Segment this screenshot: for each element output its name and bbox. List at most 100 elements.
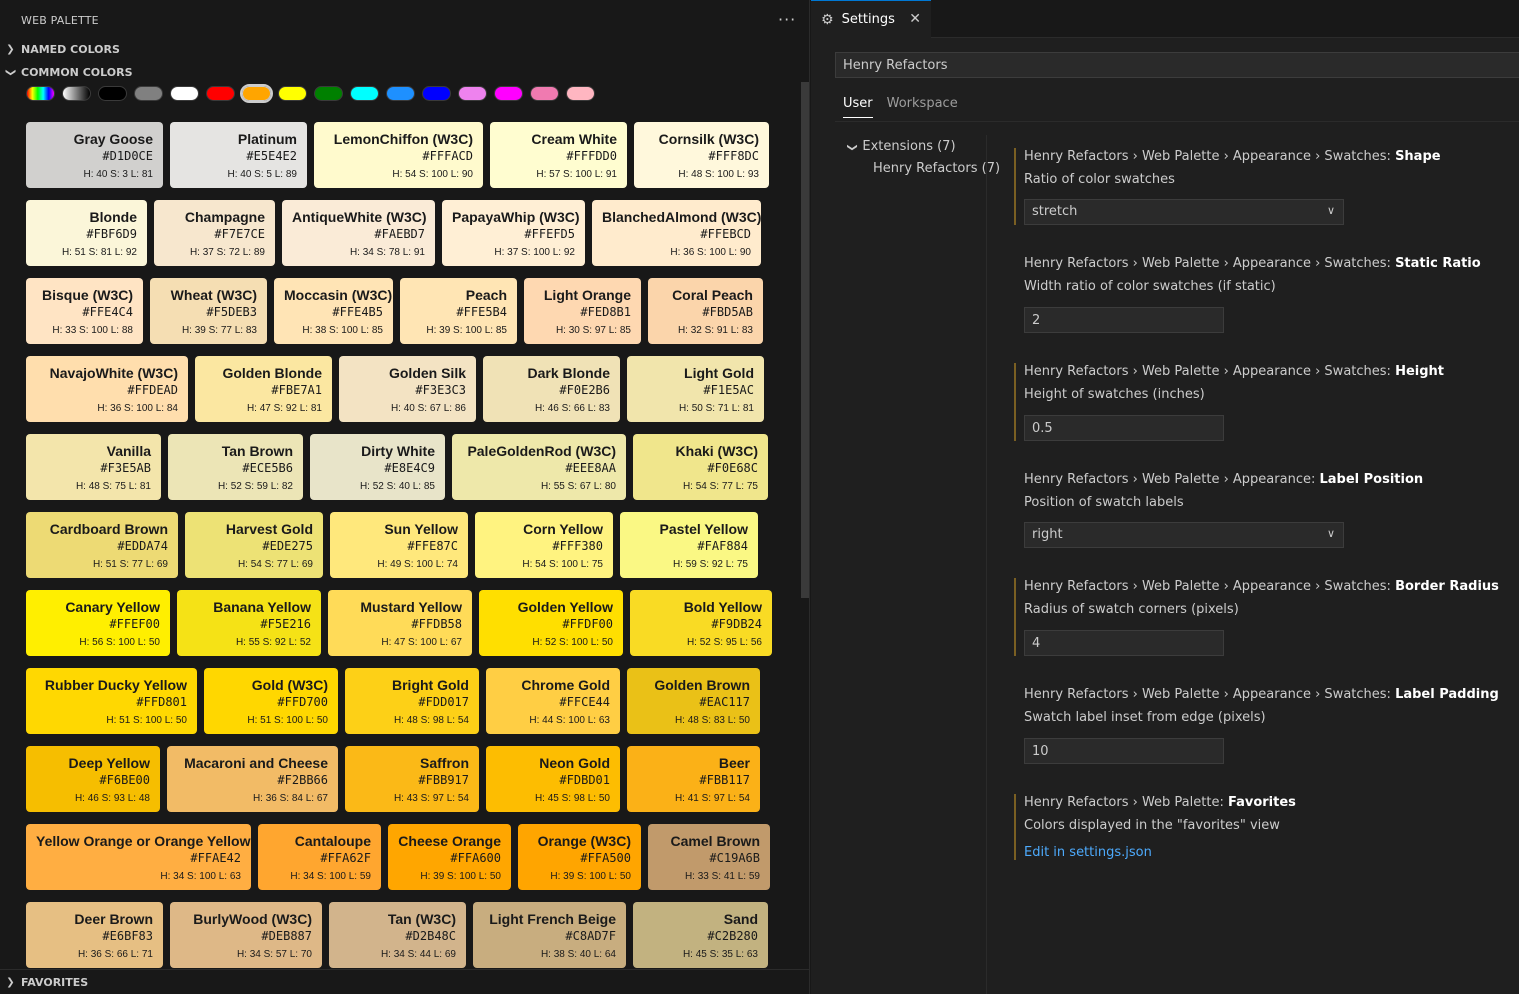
color-swatch[interactable]: Tan (W3C) #D2B48C H: 34 S: 44 L: 69 (329, 902, 466, 968)
color-swatch[interactable]: Wheat (W3C) #F5DEB3 H: 39 S: 77 L: 83 (150, 278, 267, 344)
color-swatch[interactable]: PapayaWhip (W3C) #FFEFD5 H: 37 S: 100 L: 9… (442, 200, 585, 266)
color-swatch[interactable]: Gold (W3C) #FFD700 H: 51 S: 100 L: 50 (204, 668, 338, 734)
more-actions-icon[interactable]: ··· (778, 10, 796, 29)
scope-tab-user[interactable]: User (843, 96, 873, 118)
color-swatch[interactable]: LemonChiffon (W3C) #FFFACD H: 54 S: 100 L:… (314, 122, 483, 188)
filter-light-pink[interactable] (566, 86, 595, 101)
color-swatch[interactable]: Tan Brown #ECE5B6 H: 52 S: 59 L: 82 (168, 434, 303, 500)
web-palette-sidebar: WEB PALETTE ··· ❯ NAMED COLORS ❯ COMMON … (0, 0, 810, 994)
color-swatch[interactable]: Neon Gold #FDBD01 H: 45 S: 98 L: 50 (486, 746, 620, 812)
setting-dropdown[interactable]: stretch ∨ (1024, 199, 1344, 225)
swatch-hsl: H: 34 S: 44 L: 69 (380, 949, 456, 960)
color-swatch[interactable]: Deer Brown #E6BF83 H: 36 S: 66 L: 71 (26, 902, 163, 968)
toc-extensions[interactable]: ❯ Extensions (7) (847, 139, 956, 154)
color-swatch[interactable]: Dirty White #E8E4C9 H: 52 S: 40 L: 85 (310, 434, 445, 500)
color-swatch[interactable]: Yellow Orange or Orange Yellow #FFAE42 H: … (26, 824, 251, 890)
color-swatch[interactable]: Peach #FFE5B4 H: 39 S: 100 L: 85 (400, 278, 517, 344)
settings-search-input[interactable]: Henry Refactors (835, 52, 1519, 78)
color-swatch[interactable]: Khaki (W3C) #F0E68C H: 54 S: 77 L: 75 (633, 434, 768, 500)
swatch-hex: #E5E4E2 (246, 149, 297, 163)
setting-input[interactable]: 2 (1024, 307, 1224, 333)
color-swatch[interactable]: Vanilla #F3E5AB H: 48 S: 75 L: 81 (26, 434, 161, 500)
setting-input[interactable]: 10 (1024, 738, 1224, 764)
color-swatch[interactable]: Champagne #F7E7CE H: 37 S: 72 L: 89 (154, 200, 275, 266)
filter-rainbow[interactable] (26, 86, 55, 101)
setting-input[interactable]: 0.5 (1024, 415, 1224, 441)
color-swatch[interactable]: Rubber Ducky Yellow #FFD801 H: 51 S: 100 L… (26, 668, 197, 734)
filter-red[interactable] (206, 86, 235, 101)
section-favorites[interactable]: ❯ FAVORITES (0, 969, 810, 994)
color-swatch[interactable]: Sand #C2B280 H: 45 S: 35 L: 63 (633, 902, 768, 968)
color-swatch[interactable]: NavajoWhite (W3C) #FFDEAD H: 36 S: 100 L: … (26, 356, 188, 422)
setting-dropdown[interactable]: right ∨ (1024, 522, 1344, 548)
color-swatch[interactable]: Bold Yellow #F9DB24 H: 52 S: 95 L: 56 (630, 590, 772, 656)
filter-black[interactable] (98, 86, 127, 101)
filter-white[interactable] (170, 86, 199, 101)
color-swatch[interactable]: Blonde #FBF6D9 H: 51 S: 81 L: 92 (26, 200, 147, 266)
sidebar-scrollbar[interactable] (801, 82, 809, 598)
color-swatch[interactable]: BurlyWood (W3C) #DEB887 H: 34 S: 57 L: 70 (170, 902, 322, 968)
scope-tab-workspace[interactable]: Workspace (887, 96, 958, 118)
color-swatch[interactable]: Light Gold #F1E5AC H: 50 S: 71 L: 81 (627, 356, 764, 422)
filter-cyan[interactable] (350, 86, 379, 101)
color-swatch[interactable]: Light French Beige #C8AD7F H: 38 S: 40 L: … (473, 902, 626, 968)
filter-yellow[interactable] (278, 86, 307, 101)
color-swatch[interactable]: Cantaloupe #FFA62F H: 34 S: 100 L: 59 (258, 824, 381, 890)
swatch-name: Bisque (W3C) (42, 287, 133, 303)
color-swatch[interactable]: Moccasin (W3C) #FFE4B5 H: 38 S: 100 L: 85 (274, 278, 393, 344)
filter-gray[interactable] (134, 86, 163, 101)
swatch-hsl: H: 45 S: 98 L: 50 (534, 793, 610, 804)
color-swatch[interactable]: Saffron #FBB917 H: 43 S: 97 L: 54 (345, 746, 479, 812)
color-swatch[interactable]: Deep Yellow #F6BE00 H: 46 S: 93 L: 48 (26, 746, 160, 812)
filter-pink[interactable] (530, 86, 559, 101)
color-swatch[interactable]: Corn Yellow #FFF380 H: 54 S: 100 L: 75 (475, 512, 613, 578)
color-swatch[interactable]: Harvest Gold #EDE275 H: 54 S: 77 L: 69 (185, 512, 323, 578)
filter-magenta[interactable] (494, 86, 523, 101)
color-swatch[interactable]: Gray Goose #D1D0CE H: 40 S: 3 L: 81 (26, 122, 163, 188)
swatch-hsl: H: 36 S: 66 L: 71 (77, 949, 153, 960)
filter-grayscale[interactable] (62, 86, 91, 101)
color-swatch[interactable]: Sun Yellow #FFE87C H: 49 S: 100 L: 74 (330, 512, 468, 578)
color-swatch[interactable]: Light Orange #FED8B1 H: 30 S: 97 L: 85 (524, 278, 641, 344)
tab-settings[interactable]: ⚙ Settings ✕ (811, 0, 931, 38)
color-swatch[interactable]: AntiqueWhite (W3C) #FAEBD7 H: 34 S: 78 L: … (282, 200, 435, 266)
toc-henry-refactors[interactable]: Henry Refactors (7) (873, 161, 1000, 176)
color-swatch[interactable]: Dark Blonde #F0E2B6 H: 46 S: 66 L: 83 (483, 356, 620, 422)
color-swatch[interactable]: Camel Brown #C19A6B H: 33 S: 41 L: 59 (648, 824, 770, 890)
swatch-name: Cornsilk (W3C) (658, 131, 759, 147)
color-swatch[interactable]: Orange (W3C) #FFA500 H: 39 S: 100 L: 50 (518, 824, 641, 890)
color-swatch[interactable]: Mustard Yellow #FFDB58 H: 47 S: 100 L: 67 (328, 590, 472, 656)
color-swatch[interactable]: Beer #FBB117 H: 41 S: 97 L: 54 (627, 746, 760, 812)
color-swatch[interactable]: Pastel Yellow #FAF884 H: 59 S: 92 L: 75 (620, 512, 758, 578)
color-swatch[interactable]: Cream White #FFFDD0 H: 57 S: 100 L: 91 (490, 122, 627, 188)
color-swatch[interactable]: Golden Brown #EAC117 H: 48 S: 83 L: 50 (627, 668, 760, 734)
edit-settings-json-link[interactable]: Edit in settings.json (1024, 845, 1519, 860)
color-swatch[interactable]: Banana Yellow #F5E216 H: 55 S: 92 L: 52 (177, 590, 321, 656)
color-swatch[interactable]: Macaroni and Cheese #F2BB66 H: 36 S: 84 L:… (167, 746, 338, 812)
swatch-hex: #F9DB24 (711, 617, 762, 631)
filter-violet[interactable] (458, 86, 487, 101)
color-swatch[interactable]: Coral Peach #FBD5AB H: 32 S: 91 L: 83 (648, 278, 763, 344)
color-swatch[interactable]: Golden Yellow #FFDF00 H: 52 S: 100 L: 50 (479, 590, 623, 656)
color-swatch[interactable]: Cardboard Brown #EDDA74 H: 51 S: 77 L: 69 (26, 512, 178, 578)
section-common-colors[interactable]: ❯ COMMON COLORS (0, 61, 810, 83)
filter-blue[interactable] (422, 86, 451, 101)
setting-input[interactable]: 4 (1024, 630, 1224, 656)
close-icon[interactable]: ✕ (909, 11, 921, 27)
filter-green[interactable] (314, 86, 343, 101)
swatch-hex: #FFE4B5 (332, 305, 383, 319)
filter-sky-blue[interactable] (386, 86, 415, 101)
color-swatch[interactable]: Cheese Orange #FFA600 H: 39 S: 100 L: 50 (388, 824, 511, 890)
section-named-colors[interactable]: ❯ NAMED COLORS (0, 38, 810, 60)
color-swatch[interactable]: Bright Gold #FDD017 H: 48 S: 98 L: 54 (345, 668, 479, 734)
color-swatch[interactable]: BlanchedAlmond (W3C) #FFEBCD H: 36 S: 100 … (592, 200, 761, 266)
color-swatch[interactable]: Chrome Gold #FFCE44 H: 44 S: 100 L: 63 (486, 668, 620, 734)
color-swatch[interactable]: Canary Yellow #FFEF00 H: 56 S: 100 L: 50 (26, 590, 170, 656)
color-swatch[interactable]: Golden Silk #F3E3C3 H: 40 S: 67 L: 86 (339, 356, 476, 422)
filter-orange[interactable] (240, 84, 273, 103)
color-swatch[interactable]: Cornsilk (W3C) #FFF8DC H: 48 S: 100 L: 93 (634, 122, 769, 188)
color-swatch[interactable]: PaleGoldenRod (W3C) #EEE8AA H: 55 S: 67 L:… (452, 434, 626, 500)
color-swatch[interactable]: Bisque (W3C) #FFE4C4 H: 33 S: 100 L: 88 (26, 278, 143, 344)
color-swatch[interactable]: Platinum #E5E4E2 H: 40 S: 5 L: 89 (170, 122, 307, 188)
color-swatch[interactable]: Golden Blonde #FBE7A1 H: 47 S: 92 L: 81 (195, 356, 332, 422)
